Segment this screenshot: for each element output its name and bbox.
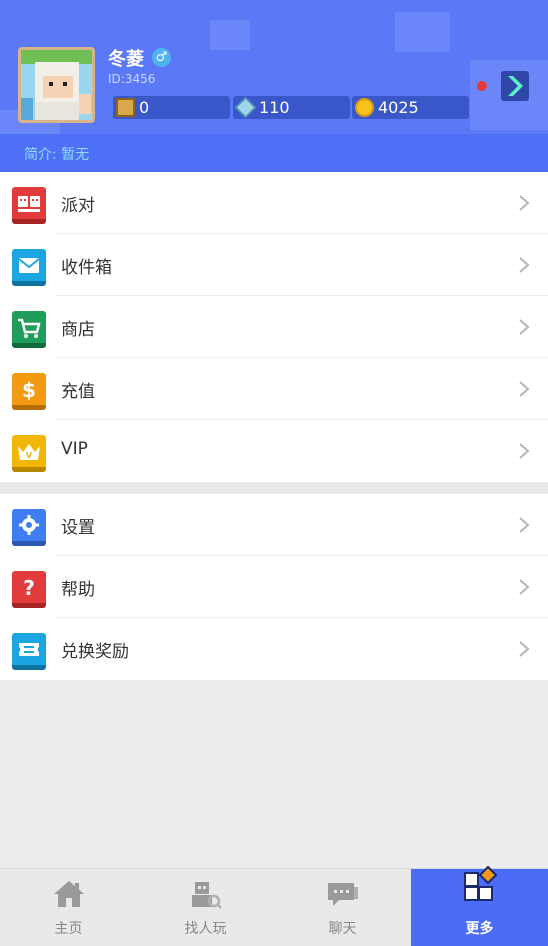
- find-friends-icon: [191, 882, 222, 909]
- chevron-right-icon: [519, 443, 530, 459]
- tab-label: 聊天: [328, 921, 357, 937]
- header-decor: [395, 12, 450, 52]
- box-icon: [116, 98, 135, 117]
- chat-icon: [327, 883, 358, 906]
- chevron-right-icon: [519, 257, 530, 273]
- box-currency[interactable]: 0: [113, 96, 230, 119]
- menu-item-party[interactable]: 派对: [0, 172, 548, 234]
- menu-item-label: 商店: [61, 320, 95, 340]
- menu-item-inbox[interactable]: 收件箱: [0, 234, 548, 296]
- crown-icon: V: [12, 435, 46, 472]
- section-gap: [0, 482, 548, 494]
- bottom-nav: 主页 找人玩 聊天 更多: [0, 865, 548, 946]
- chevron-right-icon: [519, 579, 530, 595]
- avatar[interactable]: [18, 47, 95, 123]
- menu-item-label: 收件箱: [61, 258, 112, 278]
- coin-icon: [355, 98, 374, 117]
- menu-item-label: 充值: [61, 382, 95, 402]
- tab-home[interactable]: 主页: [0, 869, 137, 946]
- question-icon: ?: [12, 571, 46, 608]
- menu-item-label: VIP: [61, 439, 88, 459]
- menu-item-settings[interactable]: 设置: [0, 494, 548, 556]
- menu-item-help[interactable]: ? 帮助: [0, 556, 548, 618]
- tab-label: 找人玩: [184, 921, 227, 937]
- tab-chat[interactable]: 聊天: [274, 869, 411, 946]
- profile-header: 冬菱 ♂ ID:3456 0 110 4025 简介: 暂无: [0, 0, 548, 172]
- chevron-right-icon: [519, 641, 530, 657]
- mail-icon: [12, 249, 46, 286]
- tab-label: 更多: [465, 921, 494, 937]
- header-decor: [210, 20, 250, 50]
- gem-currency[interactable]: 110: [233, 96, 350, 119]
- gem-currency-value: 110: [259, 98, 290, 117]
- menu-item-redeem[interactable]: 兑换奖励: [0, 618, 548, 680]
- ticket-icon: [12, 633, 46, 670]
- menu-item-label: 派对: [61, 196, 95, 216]
- tab-more[interactable]: 更多: [411, 865, 548, 946]
- notification-dot: [477, 81, 487, 91]
- menu-primary: 派对 收件箱 商店 $ 充值 V VIP: [0, 172, 548, 482]
- coin-currency[interactable]: 4025: [352, 96, 469, 119]
- menu-secondary: 设置 ? 帮助 兑换奖励: [0, 494, 548, 680]
- menu-item-shop[interactable]: 商店: [0, 296, 548, 358]
- chevron-right-icon: [519, 319, 530, 335]
- gem-icon: [234, 96, 257, 119]
- username: 冬菱: [108, 49, 144, 70]
- menu-item-recharge[interactable]: $ 充值: [0, 358, 548, 420]
- more-icon: [463, 865, 497, 901]
- chevron-right-icon: [519, 381, 530, 397]
- bio-text: 简介: 暂无: [24, 147, 90, 163]
- chevron-right-icon: [519, 517, 530, 533]
- profile-detail-button[interactable]: [501, 71, 529, 101]
- party-icon: [12, 187, 46, 224]
- tab-label: 主页: [54, 921, 83, 937]
- box-currency-value: 0: [139, 98, 150, 117]
- gear-icon: [12, 509, 46, 546]
- home-icon: [53, 881, 84, 907]
- menu-item-label: 设置: [61, 518, 95, 538]
- user-id: ID:3456: [108, 72, 156, 86]
- tab-find-friends[interactable]: 找人玩: [137, 869, 274, 946]
- chevron-right-icon: [519, 195, 530, 211]
- svg-text:V: V: [26, 451, 33, 460]
- menu-item-label: 帮助: [61, 580, 95, 600]
- chevron-right-icon: [508, 76, 523, 96]
- menu-item-label: 兑换奖励: [61, 642, 129, 662]
- dollar-icon: $: [12, 373, 46, 410]
- cart-icon: [12, 311, 46, 348]
- male-gender-icon: ♂: [152, 48, 171, 67]
- coin-currency-value: 4025: [378, 98, 419, 117]
- menu-item-vip[interactable]: V VIP: [0, 420, 548, 482]
